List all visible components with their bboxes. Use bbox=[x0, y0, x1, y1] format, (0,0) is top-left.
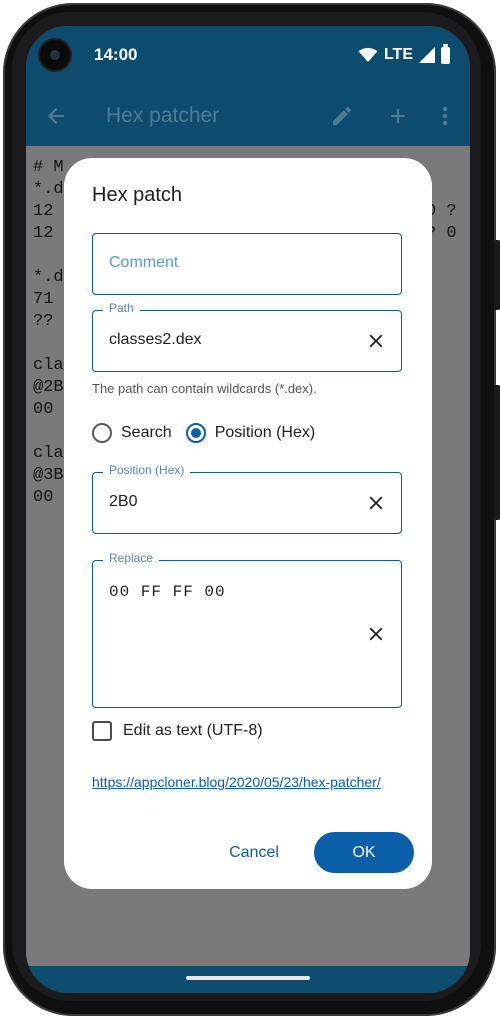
position-field[interactable]: Position (Hex) 2B0 bbox=[92, 463, 402, 534]
bg-line: # M bbox=[33, 158, 64, 177]
position-label: Position (Hex) bbox=[103, 463, 191, 477]
bg-line: @3B bbox=[33, 466, 64, 485]
bg-line: *.d bbox=[33, 180, 64, 199]
edit-as-text-row: Edit as text (UTF-8) bbox=[92, 721, 263, 741]
bg-line: *.d bbox=[33, 268, 64, 287]
gesture-handle[interactable] bbox=[186, 976, 310, 980]
replace-field[interactable]: Replace 00 FF FF 00 bbox=[92, 551, 402, 708]
phone-frame: # M *.d 12 12 *.d 71 ?? cla @2B 00 cla @… bbox=[0, 0, 500, 1021]
help-link[interactable]: https://appcloner.blog/2020/05/23/hex-pa… bbox=[92, 772, 392, 792]
ok-button[interactable]: OK bbox=[314, 832, 414, 873]
replace-label: Replace bbox=[103, 551, 160, 565]
volume-button bbox=[494, 240, 500, 310]
path-label: Path bbox=[103, 301, 140, 315]
bg-line: @2B bbox=[33, 378, 64, 397]
bg-line: 00 bbox=[33, 400, 54, 419]
hex-patch-dialog: Hex patch Comment Path classes2.dex The … bbox=[64, 158, 432, 889]
screen: # M *.d 12 12 *.d 71 ?? cla @2B 00 cla @… bbox=[26, 26, 470, 993]
edit-pencil-icon[interactable] bbox=[330, 104, 354, 128]
page-title: Hex patcher bbox=[106, 104, 220, 127]
network-type: LTE bbox=[383, 46, 413, 63]
position-value: 2B0 bbox=[109, 493, 138, 510]
path-value: classes2.dex bbox=[109, 331, 202, 348]
signal-icon bbox=[419, 47, 435, 63]
path-helper-text: The path can contain wildcards (*.dex). bbox=[92, 381, 317, 396]
status-time: 14:00 bbox=[94, 45, 138, 64]
bg-line: ?? bbox=[33, 312, 54, 331]
power-button bbox=[494, 385, 500, 520]
bg-line: 00 bbox=[33, 488, 54, 507]
app-bar: Hex patcher bbox=[26, 86, 470, 146]
comment-placeholder: Comment bbox=[109, 254, 179, 271]
battery-icon bbox=[441, 43, 450, 64]
bg-line: cla bbox=[33, 444, 64, 463]
clear-icon[interactable] bbox=[365, 492, 387, 514]
path-field[interactable]: Path classes2.dex bbox=[92, 301, 402, 372]
back-arrow-icon[interactable] bbox=[44, 104, 68, 128]
clear-icon[interactable] bbox=[365, 623, 387, 645]
status-bar: 14:00 LTE bbox=[26, 26, 470, 86]
edit-as-text-label[interactable]: Edit as text (UTF-8) bbox=[123, 722, 263, 740]
position-hex-radio[interactable] bbox=[185, 423, 206, 443]
replace-value: 00 FF FF 00 bbox=[109, 583, 226, 601]
position-hex-radio-label[interactable]: Position (Hex) bbox=[215, 424, 315, 442]
clear-icon[interactable] bbox=[365, 330, 387, 352]
bg-line: 12 bbox=[33, 202, 54, 221]
dialog-title: Hex patch bbox=[92, 184, 183, 206]
front-camera bbox=[40, 40, 70, 70]
bg-line: 12 bbox=[33, 224, 54, 243]
cancel-button[interactable]: Cancel bbox=[214, 833, 294, 873]
add-icon[interactable] bbox=[386, 104, 410, 128]
wifi-icon bbox=[358, 47, 378, 62]
search-mode-radio-group: Search Position (Hex) bbox=[92, 420, 315, 446]
bg-line: 71 bbox=[33, 290, 54, 309]
edit-as-text-checkbox[interactable] bbox=[92, 721, 112, 741]
search-radio-label[interactable]: Search bbox=[121, 424, 172, 442]
comment-field[interactable]: Comment bbox=[92, 233, 402, 295]
status-icons: LTE bbox=[358, 43, 450, 66]
bg-line: cla bbox=[33, 356, 64, 375]
more-vert-icon[interactable] bbox=[438, 104, 452, 128]
search-radio[interactable] bbox=[92, 423, 112, 443]
